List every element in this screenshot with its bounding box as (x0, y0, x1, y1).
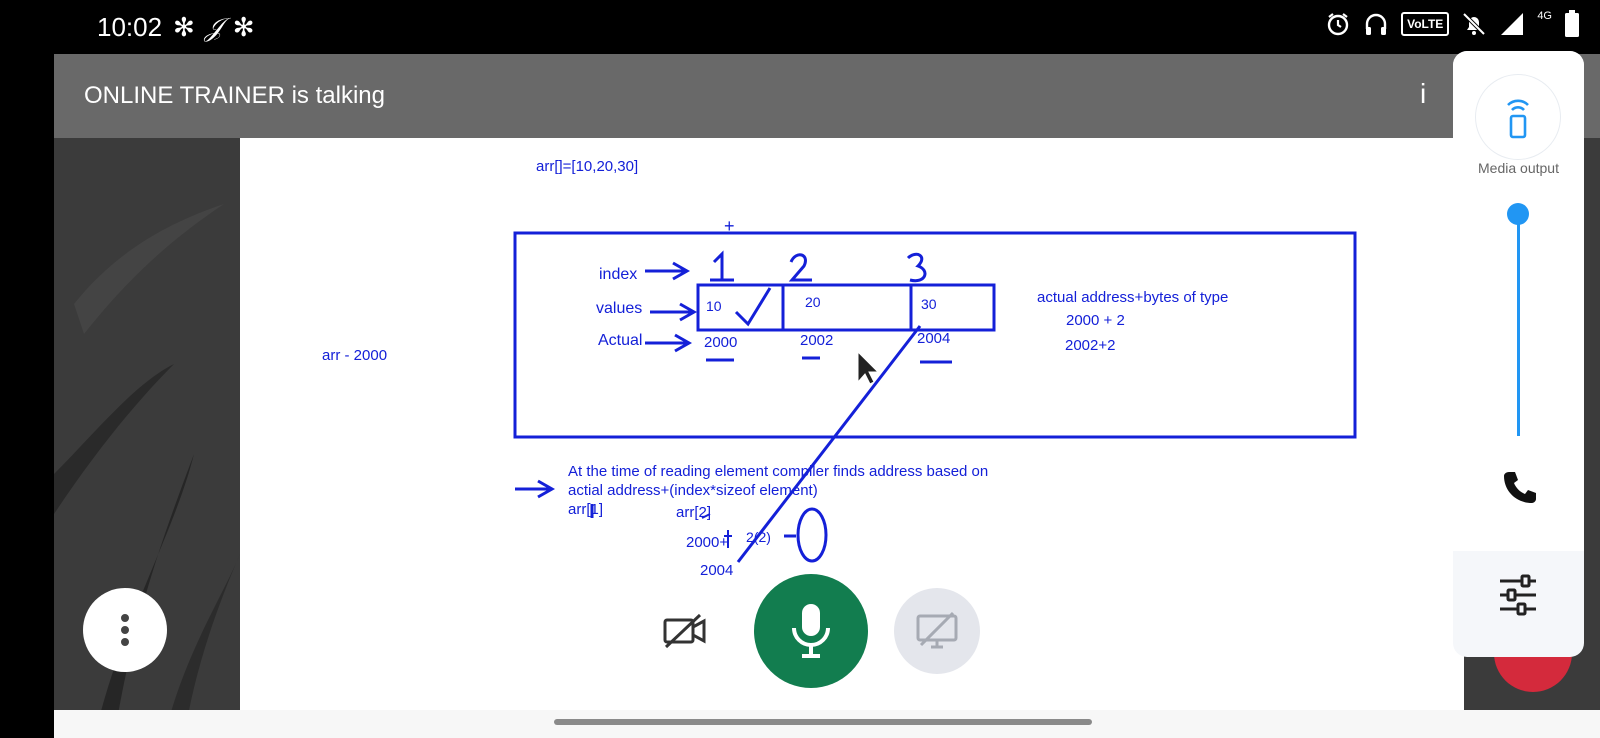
camera-toggle-button[interactable] (642, 588, 728, 674)
status-time: 10:02 (97, 12, 163, 42)
media-output-label: Media output (1478, 160, 1559, 176)
alarm-icon (1327, 13, 1349, 36)
calc-text: 2000+ (686, 534, 729, 551)
array-value: 10 (706, 298, 722, 314)
mic-icon (792, 604, 830, 658)
remote-speaker-icon (1507, 99, 1529, 139)
gesture-bar (54, 710, 1600, 738)
formula-line: 2002+2 (1065, 337, 1116, 354)
fan-icon: ✻ (173, 12, 195, 42)
status-left-icons: ✻ 𝒥 ✻ (173, 10, 255, 44)
note-line: At the time of reading element compiler … (568, 463, 989, 480)
phone-icon[interactable] (1499, 468, 1539, 508)
camera-off-icon (663, 613, 706, 649)
more-vertical-icon (121, 614, 129, 646)
info-icon[interactable]: i (1420, 78, 1430, 110)
speaker-banner: ONLINE TRAINER is talking i (54, 54, 1600, 138)
headphones-icon (1365, 13, 1387, 35)
volte-icon: VoLTE (1401, 12, 1450, 36)
microphone-button[interactable] (754, 574, 868, 688)
status-right-icons: VoLTE 4G (1325, 10, 1580, 38)
notifications-off-icon (1462, 12, 1486, 36)
4g-icon: 4G (1537, 10, 1552, 22)
row-label-values: values (596, 300, 643, 317)
status-bar: 10:02 ✻ 𝒥 ✻ VoLTE 4G (0, 0, 1600, 54)
formula-line: 2000 + 2 (1066, 312, 1125, 329)
row-label-actual: Actual (598, 332, 643, 349)
array-address: 2000 (704, 334, 738, 351)
volume-panel: Media output (1453, 51, 1584, 657)
array-address: 2004 (917, 330, 951, 347)
battery-icon (1565, 10, 1579, 37)
note-line: actial address+(index*sizeof element) (568, 482, 818, 499)
more-options-button[interactable] (83, 588, 167, 672)
home-handle[interactable] (554, 719, 1092, 725)
arr-base-label: arr - 2000 (322, 347, 388, 364)
array-value: 30 (921, 296, 937, 312)
calc-text: 2004 (700, 562, 734, 579)
meeting-app: arr[]=[10,20,30] + arr - 2000 index valu… (54, 54, 1600, 738)
fan-icon: ✻ (232, 12, 255, 42)
media-output-button[interactable] (1476, 75, 1560, 159)
note-line: arr[1] (568, 501, 604, 518)
row-label-index: index (599, 266, 638, 283)
array-declaration: arr[]=[10,20,30] (536, 158, 639, 175)
screen-share-off-icon (916, 611, 958, 649)
volume-slider-knob[interactable] (1507, 203, 1529, 225)
signal-icon (1501, 13, 1524, 35)
array-value: 20 (805, 294, 821, 310)
leaf-icon: 𝒥 (204, 12, 223, 42)
calc-text: arr[2] (676, 504, 712, 521)
array-address: 2002 (800, 332, 834, 349)
volume-slider-track[interactable] (1517, 216, 1520, 436)
tune-icon[interactable] (1496, 573, 1540, 617)
formula-title: actual address+bytes of type (1037, 289, 1229, 306)
speaker-banner-text: ONLINE TRAINER is talking (84, 82, 385, 109)
plus-mark: + (724, 216, 735, 236)
screen-share-button[interactable] (894, 588, 980, 674)
calc-text: 2(2) (746, 529, 771, 545)
volume-panel-top: Media output (1453, 51, 1584, 551)
